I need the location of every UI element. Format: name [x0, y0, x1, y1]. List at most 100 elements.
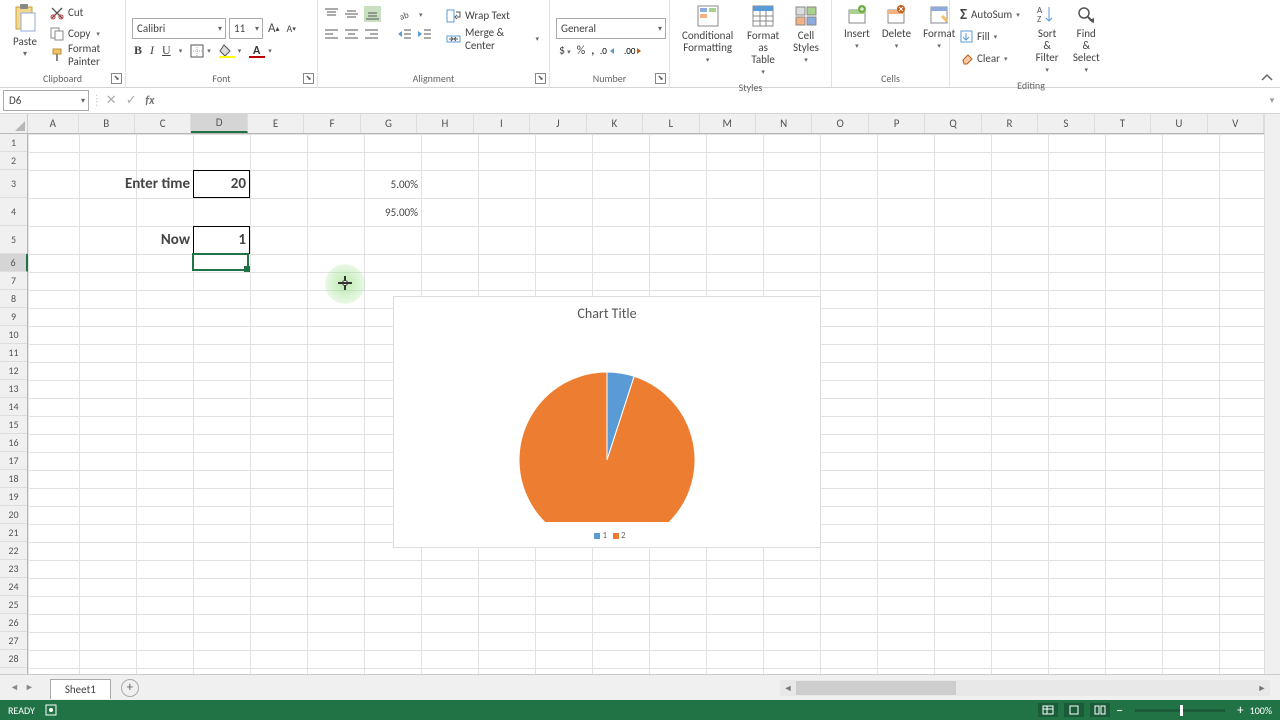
chart-title[interactable]: Chart Title [394, 297, 820, 326]
row-header-6[interactable]: 6 [0, 254, 28, 272]
font-size-select[interactable]: 11▾ [229, 18, 263, 39]
normal-view-button[interactable] [1038, 703, 1058, 717]
col-header-P[interactable]: P [869, 114, 925, 133]
row-header-1[interactable]: 1 [0, 134, 27, 152]
font-name-select[interactable]: Calibri▾ [132, 18, 226, 39]
clipboard-launcher[interactable]: ⬊ [111, 73, 122, 84]
row-header-18[interactable]: 18 [0, 470, 27, 488]
col-header-V[interactable]: V [1208, 114, 1264, 133]
increase-decimal-button[interactable]: .0 [600, 45, 618, 57]
number-launcher[interactable]: ⬊ [655, 73, 666, 84]
shrink-font-button[interactable]: A▾ [285, 22, 298, 35]
cells-area[interactable]: Enter time20Now15.00%95.00%Chart Title 1… [28, 134, 1264, 674]
col-header-E[interactable]: E [248, 114, 304, 133]
cell-G3[interactable]: 5.00% [364, 170, 421, 198]
row-header-14[interactable]: 14 [0, 398, 27, 416]
worksheet-grid[interactable]: ABCDEFGHIJKLMNOPQRSTUV 12345678910111213… [0, 114, 1280, 674]
row-header-28[interactable]: 28 [0, 650, 27, 668]
col-header-O[interactable]: O [812, 114, 868, 133]
col-header-G[interactable]: G [361, 114, 417, 133]
italic-button[interactable]: I [150, 43, 154, 58]
col-header-M[interactable]: M [700, 114, 756, 133]
embedded-chart[interactable]: Chart Title 12 [393, 296, 821, 548]
paste-button[interactable]: Paste ▾ [6, 2, 44, 62]
col-header-H[interactable]: H [417, 114, 473, 133]
col-header-I[interactable]: I [474, 114, 530, 133]
cell-G4[interactable]: 95.00% [364, 198, 421, 226]
row-header-27[interactable]: 27 [0, 632, 27, 650]
decrease-decimal-button[interactable]: .00 [624, 45, 642, 57]
cell-D3[interactable]: 20 [193, 170, 250, 198]
align-bottom-button[interactable] [364, 6, 381, 22]
collapse-ribbon-button[interactable] [1260, 73, 1274, 83]
row-header-11[interactable]: 11 [0, 344, 27, 362]
align-center-button[interactable] [344, 27, 359, 41]
col-header-N[interactable]: N [756, 114, 812, 133]
col-header-D[interactable]: D [191, 114, 247, 133]
select-all-button[interactable] [0, 114, 28, 134]
row-header-5[interactable]: 5 [0, 226, 27, 254]
page-layout-view-button[interactable] [1064, 703, 1084, 717]
row-header-2[interactable]: 2 [0, 152, 27, 170]
cut-button[interactable]: Cut [46, 2, 119, 23]
col-header-J[interactable]: J [530, 114, 586, 133]
decrease-indent-button[interactable] [397, 27, 412, 41]
format-painter-button[interactable]: Format Painter [46, 44, 119, 65]
align-right-button[interactable] [364, 27, 379, 41]
align-top-button[interactable] [324, 7, 339, 21]
format-as-table-button[interactable]: Format as Table▾ [739, 2, 787, 80]
cell-D5[interactable]: 1 [193, 226, 250, 254]
clear-button[interactable]: Clear▾ [956, 48, 1024, 69]
cell-C5[interactable]: Now [136, 226, 193, 254]
cancel-formula-button[interactable]: ✕ [101, 93, 121, 108]
col-header-U[interactable]: U [1151, 114, 1207, 133]
name-box[interactable]: D6▾ [3, 90, 89, 111]
row-headers[interactable]: 1234567891011121314151617181920212223242… [0, 134, 28, 674]
col-header-Q[interactable]: Q [925, 114, 981, 133]
col-header-F[interactable]: F [304, 114, 360, 133]
row-header-23[interactable]: 23 [0, 560, 27, 578]
col-header-T[interactable]: T [1095, 114, 1151, 133]
row-header-7[interactable]: 7 [0, 272, 27, 290]
row-header-9[interactable]: 9 [0, 308, 27, 326]
row-header-26[interactable]: 26 [0, 614, 27, 632]
fill-color-button[interactable] [219, 44, 235, 58]
row-header-10[interactable]: 10 [0, 326, 27, 344]
row-header-21[interactable]: 21 [0, 524, 27, 542]
col-header-A[interactable]: A [28, 114, 79, 133]
merge-center-button[interactable]: Merge & Center▾ [442, 28, 543, 49]
col-header-C[interactable]: C [135, 114, 191, 133]
zoom-slider[interactable] [1135, 709, 1225, 712]
sort-filter-button[interactable]: AZSort & Filter▾ [1028, 2, 1067, 78]
sheet-tab[interactable]: Sheet1 [50, 679, 111, 699]
col-header-B[interactable]: B [79, 114, 135, 133]
border-button[interactable] [190, 44, 204, 58]
number-format-select[interactable]: General▾ [556, 18, 666, 39]
vertical-scrollbar[interactable] [1264, 114, 1280, 674]
row-header-12[interactable]: 12 [0, 362, 27, 380]
conditional-formatting-button[interactable]: Conditional Formatting▾ [676, 2, 739, 68]
fx-icon[interactable]: fx [145, 94, 154, 108]
zoom-out-button[interactable]: − [1116, 702, 1123, 719]
col-header-L[interactable]: L [643, 114, 699, 133]
bold-button[interactable]: B [134, 43, 142, 58]
row-header-4[interactable]: 4 [0, 198, 27, 226]
chart-legend[interactable]: 12 [394, 530, 820, 549]
percent-button[interactable]: % [577, 44, 586, 58]
align-left-button[interactable] [324, 27, 339, 41]
insert-cells-button[interactable]: Insert▾ [838, 2, 876, 54]
zoom-level[interactable]: 100% [1250, 704, 1272, 717]
zoom-in-button[interactable]: + [1237, 703, 1243, 718]
row-header-24[interactable]: 24 [0, 578, 27, 596]
alignment-launcher[interactable]: ⬊ [535, 73, 546, 84]
delete-cells-button[interactable]: Delete▾ [876, 2, 917, 54]
grow-font-button[interactable]: A▴ [266, 21, 282, 36]
row-header-22[interactable]: 22 [0, 542, 27, 560]
orientation-button[interactable]: ab [399, 7, 414, 21]
row-header-20[interactable]: 20 [0, 506, 27, 524]
col-header-S[interactable]: S [1038, 114, 1094, 133]
macro-record-icon[interactable] [45, 704, 57, 716]
row-header-17[interactable]: 17 [0, 452, 27, 470]
new-sheet-button[interactable]: + [121, 679, 139, 697]
underline-button[interactable]: U [162, 43, 171, 58]
